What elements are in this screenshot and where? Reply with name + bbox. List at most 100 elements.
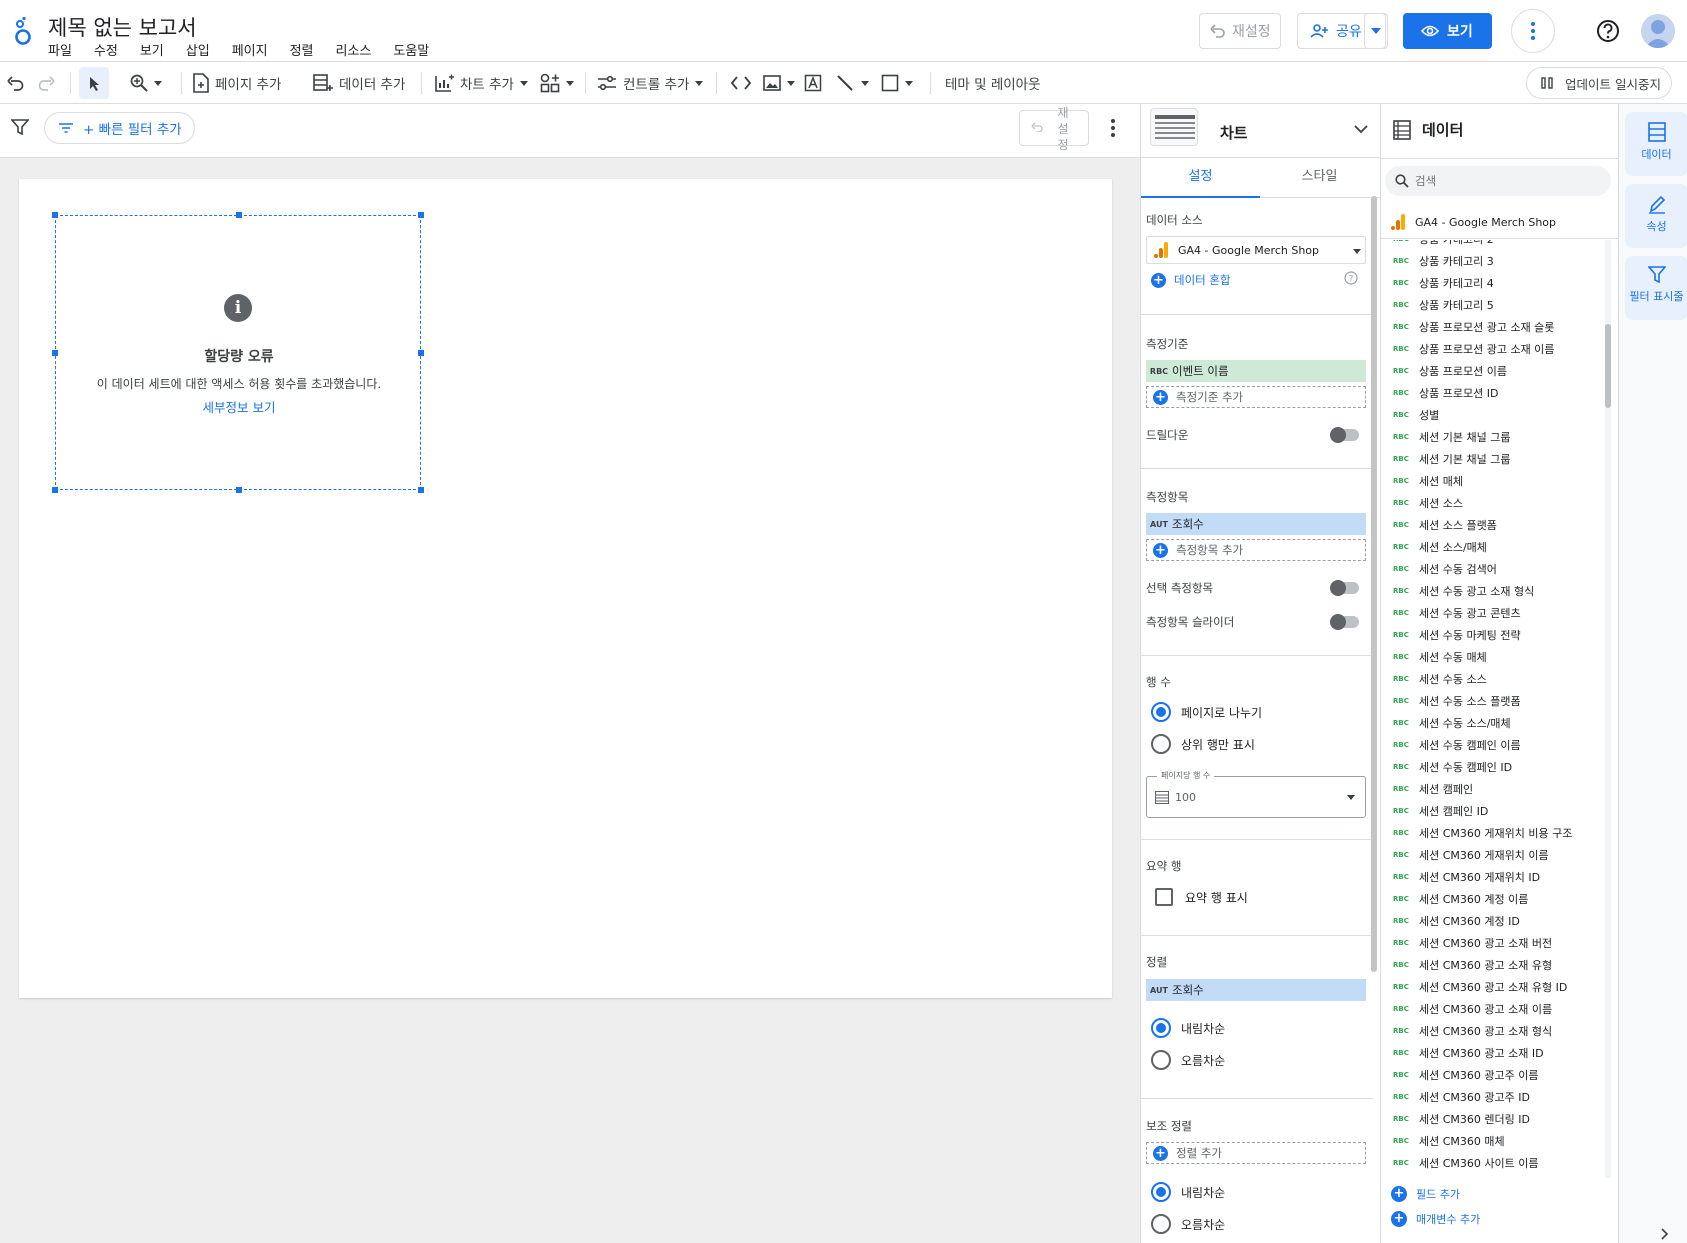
add-dimension-button[interactable]: + 측정기준 추가 — [1146, 386, 1366, 408]
field-item[interactable]: RBC 상품 프로모션 이름 — [1381, 360, 1607, 382]
rows-per-page-select[interactable]: 페이지당 행 수 100 — [1146, 770, 1366, 818]
help-icon[interactable]: ? — [1344, 271, 1358, 285]
menu-file[interactable]: 파일 — [48, 40, 83, 59]
field-item[interactable]: RBC 세션 소스/매체 — [1381, 536, 1607, 558]
optional-metrics-toggle[interactable] — [1330, 580, 1359, 596]
share-options-button[interactable] — [1364, 13, 1388, 49]
field-item[interactable]: RBC 세션 CM360 매체 — [1381, 1130, 1607, 1152]
zoom-button[interactable] — [130, 62, 162, 104]
field-list-scroll-thumb[interactable] — [1605, 324, 1611, 408]
field-item[interactable]: RBC 세션 기본 채널 그룹 — [1381, 426, 1607, 448]
report-title[interactable]: 제목 없는 보고서 — [48, 12, 197, 42]
field-item[interactable]: RBC상품 카테고리 2 — [1381, 240, 1607, 250]
field-item[interactable]: RBC 세션 CM360 사이트 이름 — [1381, 1152, 1607, 1174]
add-quick-filter-button[interactable]: + 빠른 필터 추가 — [44, 112, 195, 144]
add-data-button[interactable]: 데이터 추가 — [313, 62, 405, 104]
field-item[interactable]: RBC 세션 CM360 광고 소재 유형 — [1381, 954, 1607, 976]
field-item[interactable]: RBC 세션 CM360 계정 ID — [1381, 910, 1607, 932]
field-item[interactable]: RBC 세션 CM360 게재위치 이름 — [1381, 844, 1607, 866]
filter-icon[interactable] — [11, 119, 29, 136]
sort-field-chip[interactable]: AUT 조회수 — [1146, 979, 1366, 1001]
field-item[interactable]: RBC 세션 수동 마케팅 전략 — [1381, 624, 1607, 646]
chart-type-header[interactable]: 차트 — [1141, 104, 1381, 158]
undo-icon[interactable] — [7, 75, 25, 91]
add-chart-button[interactable]: 차트 추가 — [434, 62, 528, 104]
resize-handle[interactable] — [236, 487, 242, 493]
field-item[interactable]: RBC 세션 수동 매체 — [1381, 646, 1607, 668]
field-item[interactable]: RBC 세션 매체 — [1381, 470, 1607, 492]
menu-help[interactable]: 도움말 — [382, 40, 440, 59]
shape-button[interactable] — [881, 62, 913, 104]
resize-handle[interactable] — [52, 487, 58, 493]
report-page[interactable]: i 할당량 오류 이 데이터 세트에 대한 액세스 허용 횟수를 초과했습니다.… — [19, 179, 1112, 998]
chevron-right-icon[interactable] — [1661, 1228, 1669, 1240]
field-item[interactable]: RBC 상품 프로모션 광고 소재 이름 — [1381, 338, 1607, 360]
rail-item-properties[interactable]: 속성 — [1625, 184, 1687, 248]
add-field-button[interactable]: + 필드 추가 — [1391, 1184, 1460, 1204]
add-parameter-button[interactable]: + 매개변수 추가 — [1391, 1209, 1480, 1229]
field-item[interactable]: RBC 세션 수동 캠페인 이름 — [1381, 734, 1607, 756]
menu-insert[interactable]: 삽입 — [175, 40, 221, 59]
field-item[interactable]: RBC 세션 소스 — [1381, 492, 1607, 514]
looker-studio-logo-icon[interactable] — [14, 16, 34, 46]
field-item[interactable]: RBC 세션 캠페인 ID — [1381, 800, 1607, 822]
add-component-button[interactable] — [540, 62, 574, 104]
sort-ascending-radio[interactable] — [1151, 1050, 1171, 1070]
select-tool-button[interactable] — [79, 67, 109, 99]
field-item[interactable]: RBC 상품 프로모션 광고 소재 슬롯 — [1381, 316, 1607, 338]
field-item[interactable]: RBC 세션 수동 광고 콘텐츠 — [1381, 602, 1607, 624]
chevron-down-icon[interactable] — [1354, 125, 1368, 134]
field-search[interactable] — [1385, 166, 1611, 196]
show-top-rows-radio[interactable] — [1151, 734, 1171, 754]
field-item[interactable]: RBC 세션 CM360 광고 소재 유형 ID — [1381, 976, 1607, 998]
redo-icon[interactable] — [37, 75, 55, 91]
secondary-descending-radio[interactable] — [1151, 1182, 1171, 1202]
resize-handle[interactable] — [52, 212, 58, 218]
more-vert-icon[interactable] — [1111, 119, 1115, 137]
field-item[interactable]: RBC 상품 프로모션 ID — [1381, 382, 1607, 404]
field-item[interactable]: RBC 상품 카테고리 5 — [1381, 294, 1607, 316]
menu-view[interactable]: 보기 — [129, 40, 175, 59]
text-box-icon[interactable] — [804, 74, 822, 92]
show-summary-checkbox[interactable] — [1155, 888, 1173, 906]
table-chart[interactable]: i 할당량 오류 이 데이터 세트에 대한 액세스 허용 횟수를 초과했습니다.… — [52, 212, 424, 493]
field-item[interactable]: RBC 세션 CM360 광고 소재 이름 — [1381, 998, 1607, 1020]
error-details-link[interactable]: 세부정보 보기 — [56, 397, 422, 416]
more-options-button[interactable] — [1511, 9, 1555, 53]
field-item[interactable]: RBC 세션 CM360 게재위치 ID — [1381, 866, 1607, 888]
resize-handle[interactable] — [418, 212, 424, 218]
metric-chip[interactable]: AUT 조회수 — [1146, 513, 1366, 535]
menu-page[interactable]: 페이지 — [221, 40, 279, 59]
avatar[interactable] — [1641, 14, 1675, 48]
metric-slider-toggle[interactable] — [1330, 614, 1359, 630]
sort-descending-radio[interactable] — [1151, 1018, 1171, 1038]
field-item[interactable]: RBC 세션 CM360 광고 소재 ID — [1381, 1042, 1607, 1064]
tab-setup[interactable]: 설정 — [1141, 158, 1260, 198]
add-sort-button[interactable]: + 정렬 추가 — [1146, 1142, 1366, 1164]
view-button[interactable]: 보기 — [1403, 13, 1492, 49]
add-metric-button[interactable]: + 측정항목 추가 — [1146, 539, 1366, 561]
menu-edit[interactable]: 수정 — [83, 40, 129, 59]
rail-item-data[interactable]: 데이터 — [1625, 112, 1687, 176]
field-item[interactable]: RBC 세션 캠페인 — [1381, 778, 1607, 800]
reset-button[interactable]: 재설정 — [1199, 13, 1281, 49]
field-item[interactable]: RBC 세션 수동 검색어 — [1381, 558, 1607, 580]
paginate-radio[interactable] — [1151, 702, 1171, 722]
image-button[interactable] — [763, 62, 795, 104]
field-item[interactable]: RBC 세션 CM360 광고주 이름 — [1381, 1064, 1607, 1086]
menu-resource[interactable]: 리소스 — [325, 40, 383, 59]
blend-data-button[interactable]: + 데이터 혼합 — [1151, 272, 1231, 288]
field-item[interactable]: RBC 세션 수동 광고 소재 형식 — [1381, 580, 1607, 602]
field-item[interactable]: RBC 세션 CM360 게재위치 비용 구조 — [1381, 822, 1607, 844]
help-icon[interactable] — [1595, 18, 1621, 44]
resize-handle[interactable] — [236, 212, 242, 218]
filter-reset-button[interactable]: 재설정 — [1019, 106, 1089, 152]
field-item[interactable]: RBC 세션 수동 캠페인 ID — [1381, 756, 1607, 778]
field-item[interactable]: RBC 상품 카테고리 3 — [1381, 250, 1607, 272]
field-item[interactable]: RBC 성별 — [1381, 404, 1607, 426]
field-item[interactable]: RBC 세션 CM360 렌더링 ID — [1381, 1108, 1607, 1130]
search-input[interactable] — [1415, 171, 1595, 191]
field-item[interactable]: RBC 세션 수동 소스 플랫폼 — [1381, 690, 1607, 712]
tab-style[interactable]: 스타일 — [1260, 158, 1379, 198]
dimension-chip[interactable]: RBC 이벤트 이름 — [1146, 360, 1366, 382]
